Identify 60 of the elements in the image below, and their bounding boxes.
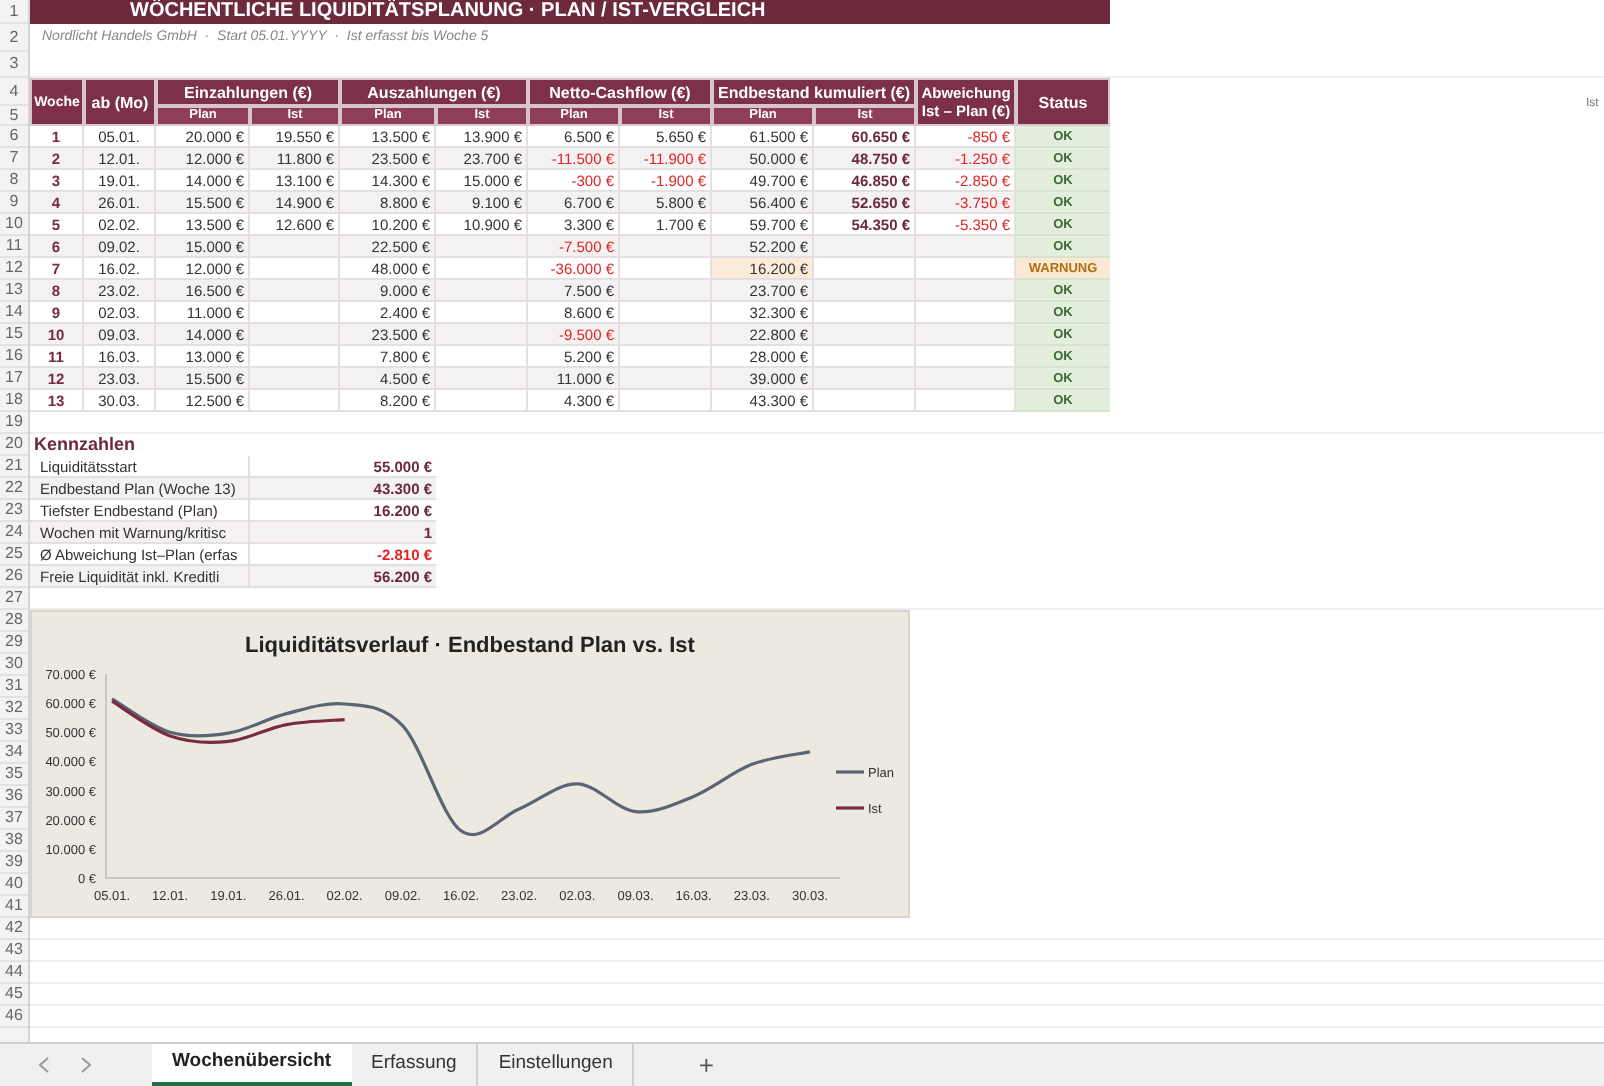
row-number[interactable]: 44 — [0, 962, 28, 984]
scroll-right-icon[interactable] — [80, 1056, 92, 1074]
header-cell: Auszahlungen (€) — [340, 78, 528, 106]
row-number[interactable]: 5 — [0, 106, 28, 126]
row-number[interactable]: 35 — [0, 764, 28, 786]
row-number[interactable]: 31 — [0, 676, 28, 698]
row-number[interactable]: 33 — [0, 720, 28, 742]
row-number[interactable]: 41 — [0, 896, 28, 918]
row-number[interactable]: 42 — [0, 918, 28, 940]
scroll-left-icon[interactable] — [38, 1056, 50, 1074]
row-number[interactable]: 46 — [0, 1006, 28, 1028]
sheet-tab[interactable]: Erfassung — [351, 1044, 479, 1086]
header-cell: Netto-Cashflow (€) — [528, 78, 712, 106]
row-number[interactable]: 9 — [0, 192, 28, 214]
row-number[interactable]: 23 — [0, 500, 28, 522]
row-number[interactable]: 27 — [0, 588, 28, 610]
section-heading: Kennzahlen — [34, 436, 136, 454]
add-sheet-button[interactable]: + — [690, 1052, 722, 1078]
row-number[interactable]: 15 — [0, 324, 28, 346]
row-number[interactable]: 28 — [0, 610, 28, 632]
row-number[interactable]: 43 — [0, 940, 28, 962]
header-cell: Status — [1016, 78, 1110, 126]
row-number[interactable]: 21 — [0, 456, 28, 478]
row-number[interactable]: 18 — [0, 390, 28, 412]
row-number[interactable]: 19 — [0, 412, 28, 434]
row-number[interactable]: 7 — [0, 148, 28, 170]
row-number[interactable]: 14 — [0, 302, 28, 324]
row-number[interactable]: 36 — [0, 786, 28, 808]
row-number[interactable]: 8 — [0, 170, 28, 192]
row-number[interactable]: 12 — [0, 258, 28, 280]
header-cell: Einzahlungen (€) — [156, 78, 340, 106]
chart-title: Liquiditätsverlauf · Endbestand Plan vs. Ist — [245, 634, 695, 658]
row-number[interactable]: 37 — [0, 808, 28, 830]
row-number[interactable]: 45 — [0, 984, 28, 1006]
row-number[interactable]: 4 — [0, 78, 28, 106]
row-number[interactable]: 26 — [0, 566, 28, 588]
row-number[interactable]: 25 — [0, 544, 28, 566]
header-cell: Endbestand kumuliert (€) — [712, 78, 916, 106]
row-number[interactable]: 16 — [0, 346, 28, 368]
header-cell: ab (Mo) — [84, 78, 156, 126]
row-number[interactable]: 1 — [0, 0, 28, 24]
row-number[interactable]: 30 — [0, 654, 28, 676]
row-number[interactable]: 40 — [0, 874, 28, 896]
sheet-tab[interactable]: Einstellungen — [478, 1044, 635, 1086]
row-number[interactable]: 10 — [0, 214, 28, 236]
row-number[interactable]: 32 — [0, 698, 28, 720]
row-number[interactable]: 3 — [0, 52, 28, 78]
row-number[interactable]: 39 — [0, 852, 28, 874]
row-number[interactable]: 24 — [0, 522, 28, 544]
row-number[interactable]: 22 — [0, 478, 28, 500]
row-number[interactable]: 38 — [0, 830, 28, 852]
row-number[interactable]: 11 — [0, 236, 28, 258]
sheet-tab[interactable]: Wochenübersicht — [152, 1044, 352, 1086]
row-number[interactable]: 34 — [0, 742, 28, 764]
row-number[interactable]: 29 — [0, 632, 28, 654]
row-number[interactable]: 20 — [0, 434, 28, 456]
row-number[interactable]: 17 — [0, 368, 28, 390]
row-number[interactable]: 2 — [0, 24, 28, 52]
row-number[interactable]: 6 — [0, 126, 28, 148]
row-number[interactable]: 13 — [0, 280, 28, 302]
